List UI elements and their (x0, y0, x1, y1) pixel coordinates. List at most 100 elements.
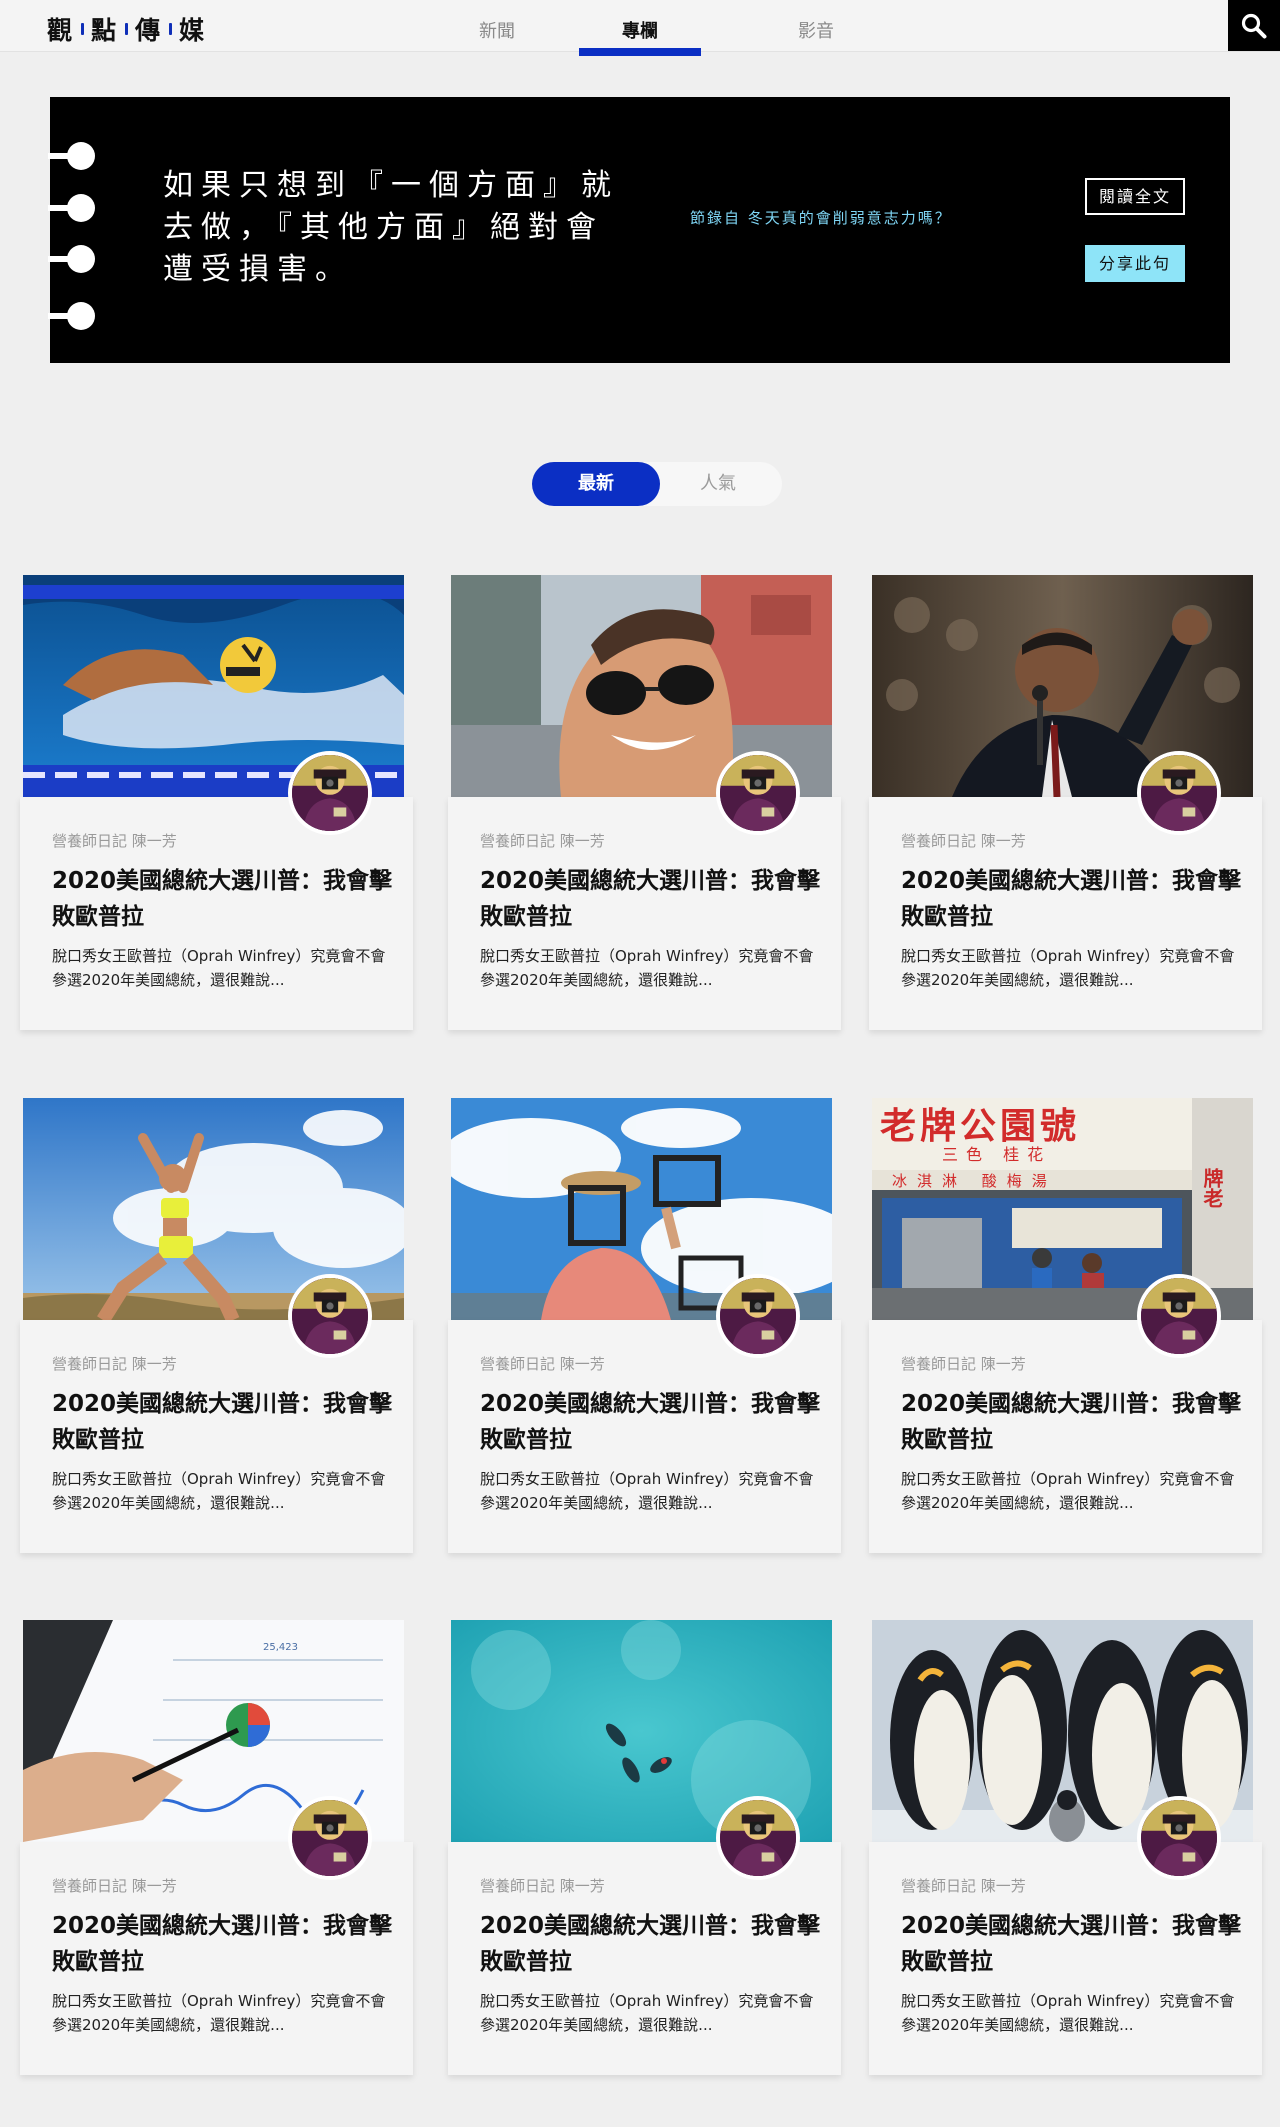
card-title[interactable]: 2020美國總統大選川普：我會擊敗歐普拉 (901, 863, 1241, 935)
card-title[interactable]: 2020美國總統大選川普：我會擊敗歐普拉 (52, 1386, 392, 1458)
sort-toggle: 人氣 最新 (532, 462, 782, 506)
sort-popular-option[interactable]: 人氣 (654, 462, 782, 506)
logo-char: 觀 (47, 16, 75, 45)
card-category-author: 營養師日記 陳一芳 (52, 1353, 177, 1374)
shop-sign-side: 牌老 (1200, 1167, 1224, 1208)
author-avatar[interactable] (288, 1796, 372, 1880)
card-author: 陳一芳 (980, 1355, 1026, 1373)
card-category: 營養師日記 (901, 832, 977, 850)
tab-label: 影音 (798, 21, 834, 42)
card-excerpt: 脫口秀女王歐普拉（Oprah Winfrey）究竟會不會參選2020年美國總統，… (480, 1470, 814, 1512)
author-avatar[interactable] (1137, 1796, 1221, 1880)
author-avatar[interactable] (1137, 751, 1221, 835)
author-avatar[interactable] (716, 751, 800, 835)
card-category-author: 營養師日記 陳一芳 (901, 830, 1026, 851)
card-author: 陳一芳 (559, 1877, 605, 1895)
author-avatar[interactable] (288, 1274, 372, 1358)
read-full-button[interactable]: 閱讀全文 (1085, 178, 1185, 215)
search-button[interactable] (1228, 0, 1280, 51)
quote-line: 去做，『其他方面』絕對會 (163, 210, 604, 245)
card-category: 營養師日記 (901, 1877, 977, 1895)
tab-label: 專欄 (622, 21, 658, 42)
article-card[interactable]: 營養師日記 陳一芳 2020美國總統大選川普：我會擊敗歐普拉脫口秀女王歐普拉（Op… (869, 797, 1262, 1030)
card-excerpt: 脫口秀女王歐普拉（Oprah Winfrey）究竟會不會參選2020年美國總統，… (901, 1470, 1235, 1512)
card-title[interactable]: 2020美國總統大選川普：我會擊敗歐普拉 (901, 1386, 1241, 1458)
card-excerpt: 脫口秀女王歐普拉（Oprah Winfrey）究竟會不會參選2020年美國總統，… (52, 1992, 386, 2034)
card-excerpt: 脫口秀女王歐普拉（Oprah Winfrey）究竟會不會參選2020年美國總統，… (901, 1992, 1235, 2034)
card-excerpt: 脫口秀女王歐普拉（Oprah Winfrey）究竟會不會參選2020年美國總統，… (901, 947, 1235, 989)
active-tab-indicator (579, 48, 701, 56)
shop-sign-sub1: 三色 桂花 (942, 1145, 1051, 1164)
article-card[interactable]: 營養師日記 陳一芳 2020美國總統大選川普：我會擊敗歐普拉脫口秀女王歐普拉（Op… (448, 1842, 841, 2075)
article-card[interactable]: 營養師日記 陳一芳 2020美國總統大選川普：我會擊敗歐普拉脫口秀女王歐普拉（Op… (448, 797, 841, 1030)
quote-line: 如果只想到『一個方面』就 (163, 168, 619, 203)
search-icon (1241, 13, 1267, 38)
card-title[interactable]: 2020美國總統大選川普：我會擊敗歐普拉 (52, 1908, 392, 1980)
shop-sign-main: 老牌公園號 (880, 1106, 1080, 1147)
top-header: 觀 點 傳 媒 新聞 專欄 影音 (0, 0, 1280, 56)
author-avatar[interactable] (288, 751, 372, 835)
card-category: 營養師日記 (52, 1355, 128, 1373)
card-excerpt: 脫口秀女王歐普拉（Oprah Winfrey）究竟會不會參選2020年美國總統，… (52, 947, 386, 989)
article-card[interactable]: 營養師日記 陳一芳 2020美國總統大選川普：我會擊敗歐普拉脫口秀女王歐普拉（Op… (20, 1842, 413, 2075)
article-card[interactable]: 營養師日記 陳一芳 2020美國總統大選川普：我會擊敗歐普拉脫口秀女王歐普拉（Op… (448, 1320, 841, 1553)
logo-char: 點 (91, 16, 119, 45)
card-category: 營養師日記 (52, 832, 128, 850)
card-category-author: 營養師日記 陳一芳 (480, 1353, 605, 1374)
card-author: 陳一芳 (559, 1355, 605, 1373)
tab-video[interactable]: 影音 (755, 0, 877, 56)
binder-ring-icon (48, 245, 95, 273)
author-avatar[interactable] (716, 1274, 800, 1358)
share-quote-button[interactable]: 分享此句 (1085, 245, 1185, 282)
quote-line: 遭受損害。 (163, 252, 353, 287)
card-excerpt: 脫口秀女王歐普拉（Oprah Winfrey）究竟會不會參選2020年美國總統，… (480, 947, 814, 989)
shop-sign-sub2: 冰淇淋 酸梅湯 (892, 1172, 1057, 1190)
card-category: 營養師日記 (52, 1877, 128, 1895)
card-author: 陳一芳 (131, 1877, 177, 1895)
card-category: 營養師日記 (480, 1355, 556, 1373)
article-card[interactable]: 營養師日記 陳一芳 2020美國總統大選川普：我會擊敗歐普拉脫口秀女王歐普拉（Op… (869, 1320, 1262, 1553)
article-card[interactable]: 營養師日記 陳一芳 2020美國總統大選川普：我會擊敗歐普拉脫口秀女王歐普拉（Op… (20, 797, 413, 1030)
binder-ring-icon (48, 194, 95, 222)
card-excerpt: 脫口秀女王歐普拉（Oprah Winfrey）究竟會不會參選2020年美國總統，… (52, 1470, 386, 1512)
card-author: 陳一芳 (131, 832, 177, 850)
article-card[interactable]: 營養師日記 陳一芳 2020美國總統大選川普：我會擊敗歐普拉脫口秀女王歐普拉（Op… (869, 1842, 1262, 2075)
logo-divider (81, 23, 85, 35)
card-category: 營養師日記 (480, 1877, 556, 1895)
quote-source[interactable]: 節錄自 冬天真的會削弱意志力嗎？ (690, 207, 952, 228)
tab-news[interactable]: 新聞 (436, 0, 558, 56)
binder-ring-icon (48, 302, 95, 330)
card-title[interactable]: 2020美國總統大選川普：我會擊敗歐普拉 (480, 1386, 820, 1458)
sort-latest-option[interactable]: 最新 (532, 462, 660, 506)
card-category-author: 營養師日記 陳一芳 (52, 1875, 177, 1896)
card-category-author: 營養師日記 陳一芳 (52, 830, 177, 851)
author-avatar[interactable] (716, 1796, 800, 1880)
svg-text:25,423: 25,423 (263, 1642, 298, 1653)
card-author: 陳一芳 (980, 1877, 1026, 1895)
author-avatar[interactable] (1137, 1274, 1221, 1358)
tab-columns[interactable]: 專欄 (579, 0, 701, 56)
article-card[interactable]: 營養師日記 陳一芳 2020美國總統大選川普：我會擊敗歐普拉脫口秀女王歐普拉（Op… (20, 1320, 413, 1553)
site-logo[interactable]: 觀 點 傳 媒 (47, 11, 206, 47)
card-category-author: 營養師日記 陳一芳 (480, 1875, 605, 1896)
quote-text: 如果只想到『一個方面』就 去做，『其他方面』絕對會 遭受損害。 (163, 165, 643, 291)
logo-divider (125, 23, 129, 35)
tab-label: 新聞 (479, 21, 515, 42)
card-excerpt: 脫口秀女王歐普拉（Oprah Winfrey）究竟會不會參選2020年美國總統，… (480, 1992, 814, 2034)
card-author: 陳一芳 (980, 832, 1026, 850)
card-title[interactable]: 2020美國總統大選川普：我會擊敗歐普拉 (52, 863, 392, 935)
card-category: 營養師日記 (901, 1355, 977, 1373)
quote-banner: 如果只想到『一個方面』就 去做，『其他方面』絕對會 遭受損害。 節錄自 冬天真的… (48, 97, 1230, 363)
card-title[interactable]: 2020美國總統大選川普：我會擊敗歐普拉 (901, 1908, 1241, 1980)
card-category: 營養師日記 (480, 832, 556, 850)
card-author: 陳一芳 (559, 832, 605, 850)
card-title[interactable]: 2020美國總統大選川普：我會擊敗歐普拉 (480, 1908, 820, 1980)
card-title[interactable]: 2020美國總統大選川普：我會擊敗歐普拉 (480, 863, 820, 935)
logo-char: 媒 (179, 16, 207, 45)
logo-divider (169, 23, 173, 35)
card-category-author: 營養師日記 陳一芳 (480, 830, 605, 851)
card-category-author: 營養師日記 陳一芳 (901, 1875, 1026, 1896)
card-category-author: 營養師日記 陳一芳 (901, 1353, 1026, 1374)
binder-ring-icon (48, 142, 95, 170)
logo-char: 傳 (135, 16, 163, 45)
